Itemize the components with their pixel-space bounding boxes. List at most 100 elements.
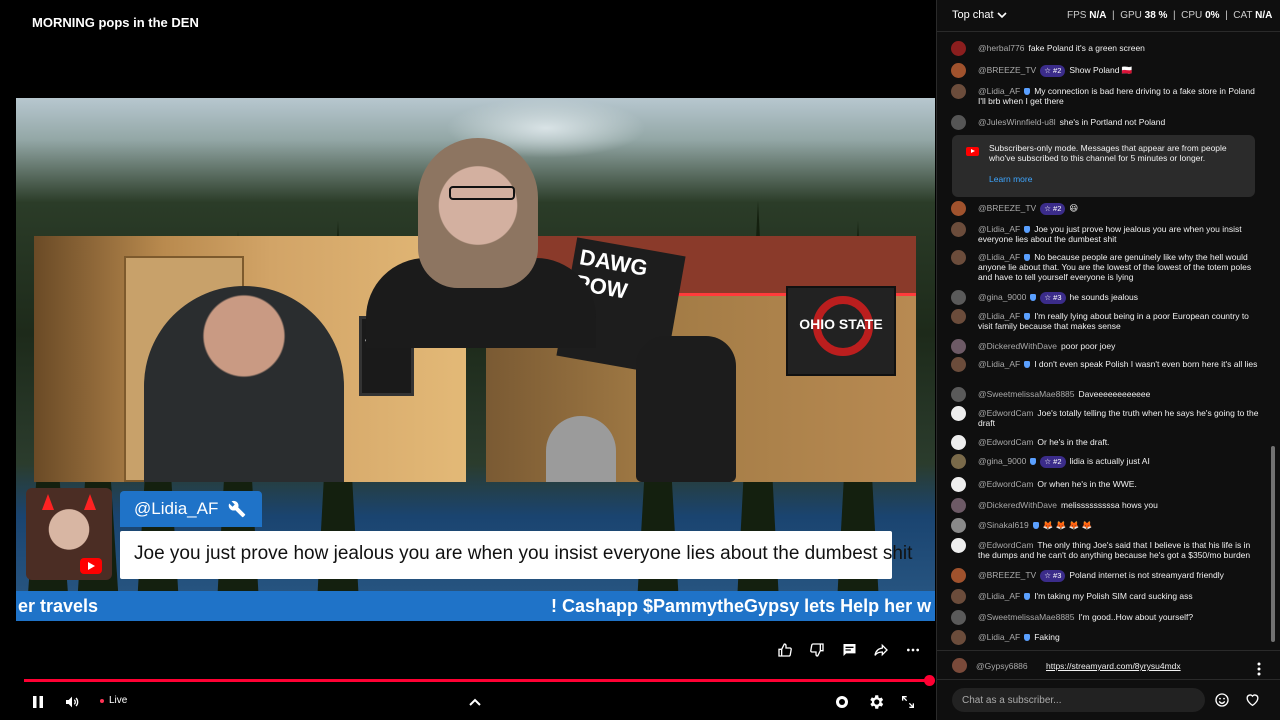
avatar[interactable] — [951, 387, 966, 402]
performance-stats: FPS N/A | GPU 38 % | CPU 0% | CAT N/A — [1067, 10, 1273, 21]
chat-author[interactable]: @EdwordCam — [978, 408, 1033, 418]
chat-text: he sounds jealous — [1069, 292, 1139, 302]
pinned-menu-button[interactable] — [1249, 659, 1269, 679]
fps-value: N/A — [1089, 10, 1107, 21]
chat-author[interactable]: @EdwordCam — [978, 479, 1033, 489]
avatar[interactable] — [951, 290, 966, 305]
avatar[interactable] — [951, 477, 966, 492]
progress-scrubber[interactable] — [924, 675, 935, 686]
verified-shield-icon — [1030, 294, 1037, 302]
chat-message-body: @Lidia_AF Joe you just prove how jealous … — [978, 224, 1261, 244]
like-button[interactable] — [775, 640, 795, 660]
chat-author[interactable]: @Lidia_AF — [978, 632, 1020, 642]
chat-author[interactable]: @EdwordCam — [978, 437, 1033, 447]
avatar[interactable] — [951, 201, 966, 216]
chat-message-body: @DickeredWithDave poor poor joey — [978, 341, 1261, 351]
pinned-message[interactable]: @Gypsy6886 https://streamyard.com/8yrysu… — [937, 650, 1280, 680]
pause-button[interactable] — [28, 692, 48, 712]
volume-button[interactable] — [62, 692, 82, 712]
volume-icon — [66, 696, 79, 708]
avatar[interactable] — [951, 406, 966, 421]
chat-author[interactable]: @BREEZE_TV — [978, 203, 1036, 213]
learn-more-link[interactable]: Learn more — [989, 174, 1032, 184]
chat-author[interactable]: @DickeredWithDave — [978, 341, 1057, 351]
autoplay-toggle[interactable] — [832, 692, 852, 712]
cat-label: CAT — [1233, 10, 1253, 21]
chat-author[interactable]: @BREEZE_TV — [978, 65, 1036, 75]
verified-shield-icon — [1024, 634, 1031, 642]
host-head — [418, 138, 538, 288]
chat-author[interactable]: @Lidia_AF — [978, 252, 1020, 262]
chat-author[interactable]: @gina_9000 — [978, 292, 1026, 302]
fps-label: FPS — [1067, 10, 1087, 21]
progress-bar[interactable] — [24, 679, 928, 682]
live-indicator[interactable]: Live — [100, 695, 127, 706]
heart-icon — [1245, 694, 1259, 707]
avatar[interactable] — [951, 357, 966, 372]
avatar[interactable] — [951, 498, 966, 513]
chat-toggle-button[interactable] — [839, 640, 859, 660]
chat-author[interactable]: @Sinakal619 — [978, 520, 1029, 530]
chat-input[interactable] — [952, 688, 1205, 712]
chat-scrollbar[interactable] — [1271, 446, 1275, 642]
chat-author[interactable]: @herbal776 — [978, 43, 1024, 53]
avatar[interactable] — [951, 589, 966, 604]
cpu-label: CPU — [1181, 10, 1203, 21]
pinned-link[interactable]: https://streamyard.com/8yrysu4mdx — [1046, 661, 1181, 671]
more-button[interactable] — [903, 640, 923, 660]
video-player[interactable]: MORNING pops in the DEN The Den DAWG POW… — [0, 0, 936, 720]
chat-author[interactable]: @Lidia_AF — [978, 311, 1020, 321]
emoji-button[interactable] — [1212, 690, 1232, 710]
avatar[interactable] — [951, 339, 966, 354]
chat-author[interactable]: @Lidia_AF — [978, 591, 1020, 601]
avatar[interactable] — [951, 454, 966, 469]
chat-message-body: @EdwordCam The only thing Joe's said that… — [978, 540, 1261, 560]
gpu-label: GPU — [1120, 10, 1142, 21]
more-vertical-icon — [1257, 662, 1261, 676]
avatar[interactable] — [951, 222, 966, 237]
chat-author[interactable]: @Lidia_AF — [978, 359, 1020, 369]
chat-message-list[interactable]: @herbal776 fake Poland it's a green scree… — [937, 33, 1273, 650]
avatar[interactable] — [951, 309, 966, 324]
dislike-button[interactable] — [807, 640, 827, 660]
video-frame[interactable]: The Den DAWG POW OHIO STATE @Li — [16, 98, 935, 621]
chat-author[interactable]: @gina_9000 — [978, 456, 1026, 466]
chat-text: Poland internet is not streamyard friend… — [1069, 570, 1224, 580]
chat-author[interactable]: @Lidia_AF — [978, 224, 1020, 234]
avatar[interactable] — [951, 568, 966, 583]
chat-author[interactable]: @BREEZE_TV — [978, 570, 1036, 580]
share-button[interactable] — [871, 640, 891, 660]
emoji-icon — [1215, 693, 1229, 707]
live-label: Live — [109, 695, 128, 706]
avatar[interactable] — [951, 538, 966, 553]
chat-author[interactable]: @Lidia_AF — [978, 86, 1020, 96]
miniplayer-button[interactable] — [898, 692, 918, 712]
chat-author[interactable]: @SweetmelissaMae8885 — [978, 389, 1075, 399]
cat-value: N/A — [1255, 10, 1273, 21]
avatar[interactable] — [951, 610, 966, 625]
chat-message-body: @JulesWinnfield-u8l she's in Portland not… — [978, 117, 1261, 127]
avatar[interactable] — [951, 630, 966, 645]
verified-shield-icon — [1032, 522, 1039, 530]
expand-button[interactable] — [465, 692, 485, 712]
chat-author[interactable]: @EdwordCam — [978, 540, 1033, 550]
avatar[interactable] — [951, 63, 966, 78]
chat-message-body: @BREEZE_TV ☆ #3 Poland internet is not str… — [978, 570, 1261, 582]
avatar[interactable] — [951, 518, 966, 533]
verified-shield-icon — [1024, 226, 1031, 234]
avatar[interactable] — [951, 41, 966, 56]
heart-button[interactable] — [1242, 690, 1262, 710]
chat-mode-dropdown[interactable]: Top chat — [952, 9, 1007, 21]
chat-author[interactable]: @JulesWinnfield-u8l — [978, 117, 1056, 127]
like-icon — [778, 643, 792, 657]
chat-author[interactable]: @SweetmelissaMae8885 — [978, 612, 1075, 622]
avatar[interactable] — [951, 250, 966, 265]
avatar[interactable] — [951, 435, 966, 450]
overlay-username: @Lidia_AF — [134, 499, 219, 518]
settings-button[interactable] — [866, 692, 886, 712]
avatar[interactable] — [951, 115, 966, 130]
pinned-author: @Gypsy6886 — [976, 661, 1028, 671]
chat-message-body: @Lidia_AF Faking — [978, 632, 1261, 642]
avatar[interactable] — [951, 84, 966, 99]
chat-author[interactable]: @DickeredWithDave — [978, 500, 1057, 510]
